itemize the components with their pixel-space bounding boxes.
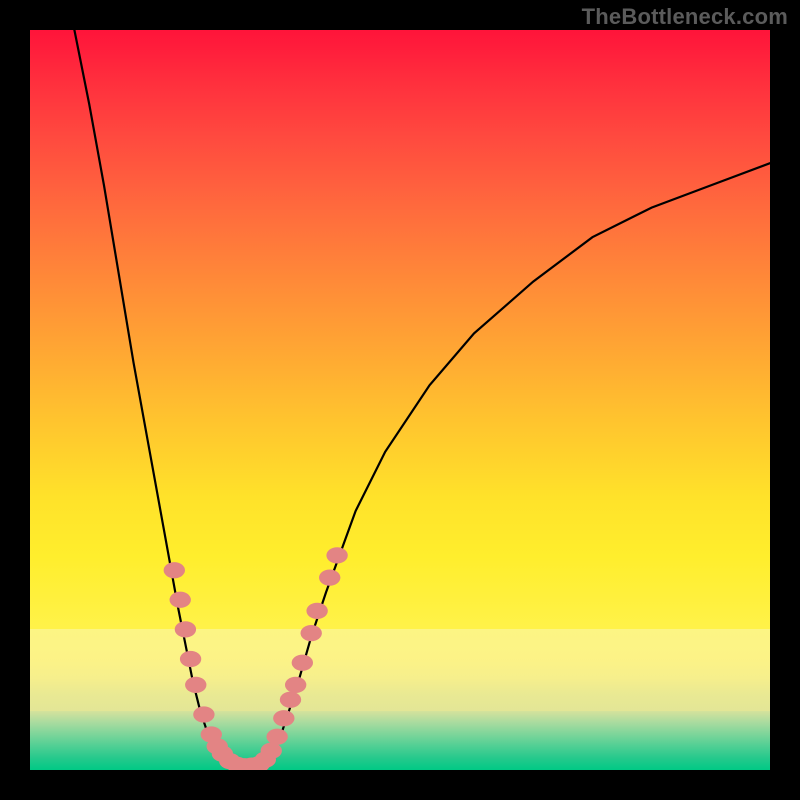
data-marker — [326, 547, 347, 563]
plot-area — [30, 30, 770, 770]
data-marker — [180, 651, 201, 667]
data-marker — [261, 743, 282, 759]
marker-group — [164, 547, 348, 770]
curve-group — [74, 30, 770, 769]
data-marker — [292, 655, 313, 671]
data-marker — [175, 621, 196, 637]
data-marker — [306, 603, 327, 619]
data-marker — [193, 706, 214, 722]
curve-layer — [30, 30, 770, 770]
data-marker — [301, 625, 322, 641]
data-marker — [285, 677, 306, 693]
data-marker — [280, 692, 301, 708]
data-marker — [319, 569, 340, 585]
data-marker — [273, 710, 294, 726]
data-marker — [185, 677, 206, 693]
chart-frame: TheBottleneck.com — [0, 0, 800, 800]
watermark-text: TheBottleneck.com — [582, 4, 788, 30]
data-marker — [170, 592, 191, 608]
data-marker — [266, 729, 287, 745]
data-marker — [164, 562, 185, 578]
bottleneck-curve — [74, 30, 770, 769]
